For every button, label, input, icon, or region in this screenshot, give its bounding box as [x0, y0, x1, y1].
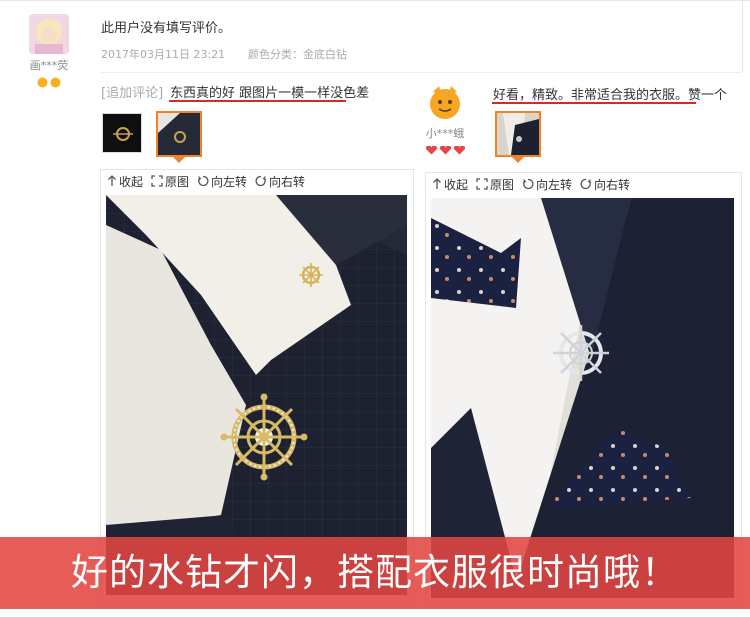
- user-avatar[interactable]: [29, 14, 69, 54]
- expand-icon: [476, 178, 488, 190]
- rotate-right-button[interactable]: 向右转: [255, 173, 305, 190]
- photo-viewer-toolbar: 收起 原图 向左转 向右转: [101, 170, 413, 192]
- rotate-left-icon: [522, 178, 534, 190]
- user-level-badge-2: [425, 146, 466, 155]
- append-comment-text: 东西真的好 跟图片一模一样没色差: [170, 86, 370, 101]
- append-comment-label: [追加评论]: [101, 86, 164, 101]
- review-sku: 颜色分类：金底白钻: [248, 48, 347, 61]
- review-photo-thumbnail-selected-2[interactable]: [495, 111, 541, 157]
- review-text: 此用户没有填写评价。: [101, 21, 232, 36]
- append-comment-underline: [169, 100, 346, 102]
- collapse-label-2: 收起: [444, 177, 469, 192]
- review-separator: [100, 72, 742, 73]
- username-2[interactable]: 小***蛾: [423, 125, 467, 141]
- review-text-2: 好看，精致。非常适合我的衣服。赞一个: [493, 88, 728, 103]
- user-level-badge: [37, 77, 61, 88]
- user-avatar-2[interactable]: [425, 82, 465, 122]
- username[interactable]: 画***荧: [27, 57, 71, 73]
- original-image-label: 原图: [165, 174, 190, 189]
- original-image-label-2: 原图: [490, 177, 515, 192]
- promo-banner-text: 好的水钻才闪，搭配衣服很时尚哦！: [71, 551, 679, 594]
- original-image-button[interactable]: 原图: [151, 173, 189, 190]
- original-image-button-2[interactable]: 原图: [476, 176, 514, 193]
- rotate-right-icon: [580, 178, 592, 190]
- review-date: 2017年03月11日 23:21: [101, 48, 226, 61]
- rotate-left-button-2[interactable]: 向左转: [522, 176, 572, 193]
- arrow-up-icon: [433, 178, 441, 189]
- review-photo-thumbnail[interactable]: [102, 113, 142, 153]
- rotate-right-icon: [255, 175, 267, 187]
- rotate-left-button[interactable]: 向左转: [197, 173, 247, 190]
- collapse-label: 收起: [119, 174, 144, 189]
- review-photo-thumbnail-selected[interactable]: [156, 111, 202, 157]
- expand-icon: [151, 175, 163, 187]
- selected-thumbnail-caret-2: [512, 157, 524, 163]
- rotate-left-icon: [197, 175, 209, 187]
- right-divider: [742, 0, 743, 72]
- review-photo-large[interactable]: [106, 195, 407, 595]
- collapse-button-2[interactable]: 收起: [432, 176, 468, 193]
- rotate-right-label: 向右转: [269, 174, 306, 189]
- photo-viewer-toolbar-2: 收起 原图 向左转 向右转: [426, 173, 741, 195]
- collapse-button[interactable]: 收起: [107, 173, 143, 190]
- top-divider: [0, 0, 750, 1]
- rotate-right-button-2[interactable]: 向右转: [580, 176, 630, 193]
- rotate-left-label-2: 向左转: [536, 177, 573, 192]
- review-text-2-underline: [492, 102, 696, 104]
- rotate-left-label: 向左转: [211, 174, 248, 189]
- selected-thumbnail-caret: [173, 157, 185, 163]
- rotate-right-label-2: 向右转: [594, 177, 631, 192]
- arrow-up-icon: [108, 175, 116, 186]
